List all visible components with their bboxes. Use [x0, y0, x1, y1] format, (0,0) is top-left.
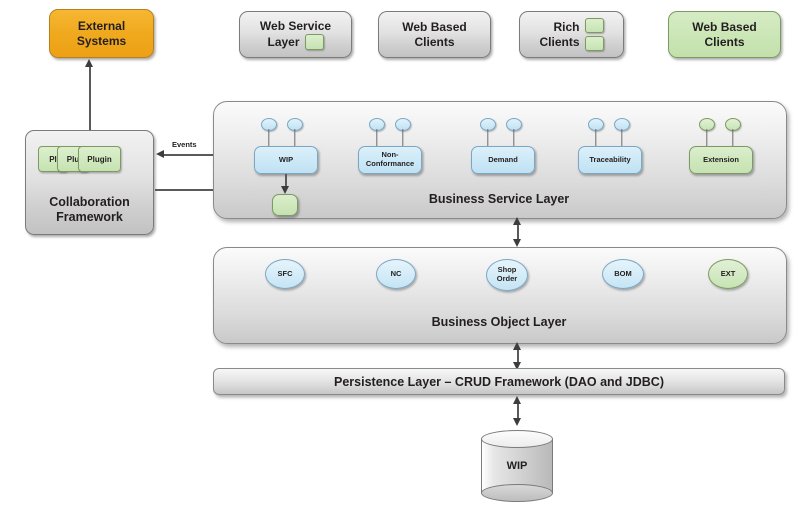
- web-based-clients-grey-box[interactable]: Web Based Clients: [378, 11, 491, 58]
- edge-collab-to-external-arrowhead: [85, 59, 93, 67]
- web-based-clients-green-box[interactable]: Web Based Clients: [668, 11, 781, 58]
- collaboration-framework-label-line1: Collaboration: [49, 194, 130, 209]
- edge-service-to-object-arrowhead-down: [513, 239, 521, 247]
- web-based-clients-green-label-line1: Web Based: [692, 19, 757, 34]
- plugin-box-1-label: Pl: [49, 154, 57, 164]
- web-based-clients-grey-label-line1: Web Based: [402, 19, 467, 34]
- web-based-clients-green-label-line2: Clients: [704, 34, 745, 49]
- object-shop-order-label-line2: Order: [496, 274, 518, 283]
- edge-persistence-to-db-arrowhead-down: [513, 418, 521, 426]
- object-sfc-label: SFC: [277, 268, 293, 278]
- plugin-box-3[interactable]: Plugin: [78, 146, 121, 172]
- business-service-layer-label: Business Service Layer: [428, 192, 570, 206]
- external-systems-label-line1: External: [77, 18, 126, 33]
- rich-clients-label-line1: Rich: [553, 19, 580, 34]
- edge-persistence-to-db-arrowhead-up: [513, 396, 521, 404]
- object-bom-ellipse[interactable]: BOM: [602, 259, 644, 289]
- edge-service-to-object-arrowhead-up: [513, 217, 521, 225]
- service-traceability-box[interactable]: Traceability: [578, 146, 642, 174]
- service-traceability-label-line1: Traceability: [589, 154, 631, 164]
- web-service-layer-label-line1: Web Service: [259, 19, 332, 34]
- rich-clients-green-square-bottom: [584, 36, 604, 51]
- database-bottom-ellipse: [481, 484, 553, 502]
- service-extension-label-line1: Extension: [703, 154, 739, 164]
- web-based-clients-grey-label-line2: Clients: [414, 34, 455, 49]
- service-extension-box[interactable]: Extension: [689, 146, 753, 174]
- edge-object-to-persistence-arrowhead-up: [513, 342, 521, 350]
- service-wip-child-box[interactable]: [272, 194, 298, 216]
- object-nc-ellipse[interactable]: NC: [376, 259, 416, 289]
- edge-events-arrowhead: [156, 150, 164, 158]
- service-wip-box[interactable]: WIP: [254, 146, 318, 174]
- edge-wip-to-child-arrowhead: [281, 186, 289, 194]
- service-nonconformance-box[interactable]: Non- Conformance: [358, 146, 422, 174]
- web-service-layer-green-square: [304, 33, 324, 50]
- service-demand-box[interactable]: Demand: [471, 146, 535, 174]
- object-sfc-ellipse[interactable]: SFC: [265, 259, 305, 289]
- database-top-ellipse: [481, 430, 553, 448]
- service-nonconformance-label-line2: Conformance: [365, 159, 415, 168]
- rich-clients-box[interactable]: Rich Clients: [519, 11, 624, 58]
- architecture-diagram: External Systems Web Service Layer Web B…: [0, 0, 812, 510]
- object-bom-label: BOM: [614, 268, 632, 278]
- rich-clients-green-square-top: [584, 18, 604, 33]
- service-demand-label-line1: Demand: [488, 154, 518, 164]
- object-nc-label: NC: [390, 268, 402, 278]
- web-service-layer-label-line2: Layer: [267, 34, 300, 49]
- object-ext-ellipse[interactable]: EXT: [708, 259, 748, 289]
- business-object-layer-label: Business Object Layer: [431, 315, 567, 329]
- database-cylinder[interactable]: WIP: [481, 430, 553, 502]
- external-systems-box[interactable]: External Systems: [49, 9, 154, 58]
- object-ext-label: EXT: [720, 268, 736, 278]
- collaboration-framework-label-line2: Framework: [56, 209, 123, 224]
- persistence-layer-label: Persistence Layer – CRUD Framework (DAO …: [334, 374, 664, 389]
- external-systems-label-line2: Systems: [76, 33, 127, 48]
- service-wip-label-line1: WIP: [278, 154, 294, 164]
- web-service-layer-box[interactable]: Web Service Layer: [239, 11, 352, 58]
- plugin-box-3-label: Plugin: [87, 154, 112, 164]
- edge-collab-to-external-line: [89, 66, 91, 130]
- edge-collab-to-service-line: [155, 189, 216, 191]
- persistence-layer-bar[interactable]: Persistence Layer – CRUD Framework (DAO …: [213, 368, 785, 395]
- rich-clients-label-line2: Clients: [539, 34, 580, 49]
- database-label: WIP: [506, 460, 528, 472]
- object-shop-order-ellipse[interactable]: Shop Order: [486, 259, 528, 291]
- edge-events-label: Events: [172, 140, 197, 149]
